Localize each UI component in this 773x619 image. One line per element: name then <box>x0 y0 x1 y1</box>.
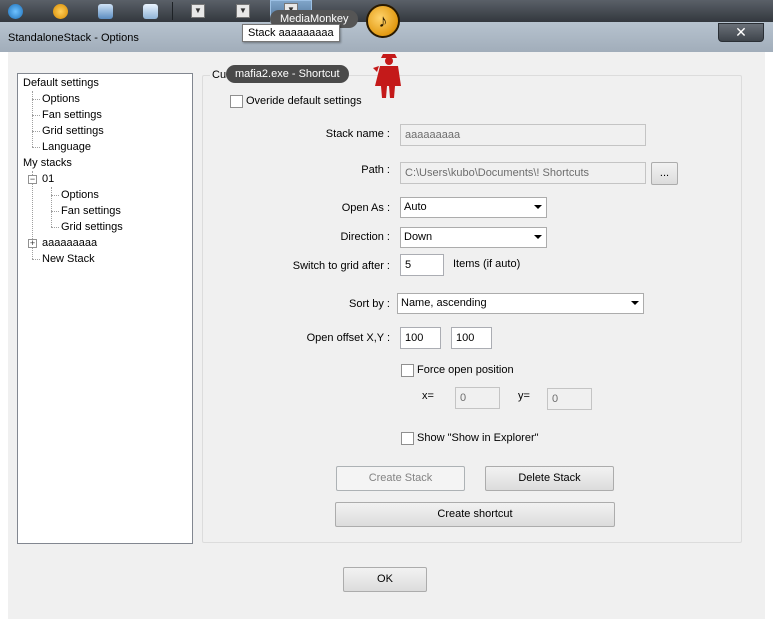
stack-icon: ▼ <box>191 4 205 18</box>
force-x-field[interactable]: 0 <box>455 387 500 409</box>
chevron-down-icon <box>534 235 542 239</box>
stack-name-field[interactable]: aaaaaaaaa <box>400 124 646 146</box>
taskbar-notepad-button[interactable] <box>135 1 165 21</box>
sort-by-value: Name, ascending <box>401 297 487 309</box>
tree-line <box>32 259 40 260</box>
tree-item-stack-a[interactable]: aaaaaaaaa <box>42 237 97 249</box>
tree-line <box>32 99 40 100</box>
mediamonkey-icon <box>52 3 68 19</box>
y-label: y= <box>518 390 530 402</box>
taskbar-stack-button[interactable]: ▼ <box>183 1 213 21</box>
override-default-label: Overide default settings <box>246 95 362 107</box>
mafia-figure-icon <box>373 54 401 98</box>
taskbar-app-button[interactable] <box>0 1 30 21</box>
switch-grid-label: Switch to grid after : <box>292 260 390 272</box>
tree-line <box>51 211 59 212</box>
show-in-explorer-checkbox[interactable] <box>401 432 414 445</box>
tree-line <box>32 147 40 148</box>
create-stack-button[interactable]: Create Stack <box>336 466 465 491</box>
offset-x-field[interactable]: 100 <box>400 327 441 349</box>
tree-line <box>32 115 40 116</box>
force-y-field[interactable]: 0 <box>547 388 592 410</box>
items-if-auto-label: Items (if auto) <box>453 258 521 270</box>
direction-value: Down <box>404 231 433 243</box>
tree-line <box>51 227 59 228</box>
tree-line <box>51 195 59 196</box>
taskbar-separator <box>172 2 173 20</box>
tree-item-stack-01-fan-settings[interactable]: Fan settings <box>61 205 121 217</box>
close-icon: ✕ <box>735 24 747 40</box>
chevron-down-icon <box>534 205 542 209</box>
ok-button[interactable]: OK <box>343 567 427 592</box>
chevron-down-icon <box>631 301 639 305</box>
tree-item-fan-settings[interactable]: Fan settings <box>42 109 102 121</box>
tree-item-options[interactable]: Options <box>42 93 80 105</box>
offset-y-field[interactable]: 100 <box>451 327 492 349</box>
sort-by-label: Sort by : <box>349 298 390 310</box>
expand-icon[interactable]: + <box>28 239 37 248</box>
tree-item-default-settings[interactable]: Default settings <box>23 77 99 89</box>
direction-label: Direction : <box>340 231 390 243</box>
window-title: StandaloneStack - Options <box>8 32 139 44</box>
notepad-icon <box>142 3 158 19</box>
taskbar-stack-button[interactable]: ▼ <box>228 1 258 21</box>
tree-line <box>32 131 40 132</box>
open-as-value: Auto <box>404 201 427 213</box>
tree-item-stack-01[interactable]: 01 <box>42 173 54 185</box>
dialog-client: Default settings Options Fan settings Gr… <box>8 52 765 619</box>
window-icon <box>97 3 113 19</box>
close-button[interactable]: ✕ <box>718 23 764 42</box>
path-field[interactable]: C:\Users\kubo\Documents\! Shortcuts <box>400 162 646 184</box>
show-in-explorer-label: Show "Show in Explorer" <box>417 432 539 444</box>
stack-icon: ▼ <box>236 4 250 18</box>
collapse-icon[interactable]: − <box>28 175 37 184</box>
override-default-checkbox[interactable] <box>230 95 243 108</box>
stack-tooltip: Stack aaaaaaaaa <box>242 24 340 42</box>
app-icon <box>7 3 23 19</box>
tree-item-my-stacks[interactable]: My stacks <box>23 157 72 169</box>
open-as-select[interactable]: Auto <box>400 197 547 218</box>
create-shortcut-button[interactable]: Create shortcut <box>335 502 615 527</box>
options-window: StandaloneStack - Options ✕ Default sett… <box>0 22 773 619</box>
shortcut-tooltip: mafia2.exe - Shortcut <box>226 65 349 83</box>
tree-line <box>51 187 52 227</box>
open-as-label: Open As : <box>341 202 390 214</box>
open-offset-label: Open offset X,Y : <box>306 332 390 344</box>
force-open-position-label: Force open position <box>417 364 514 376</box>
tree-item-grid-settings[interactable]: Grid settings <box>42 125 104 137</box>
force-open-position-checkbox[interactable] <box>401 364 414 377</box>
tree-item-stack-01-options[interactable]: Options <box>61 189 99 201</box>
stack-name-label: Stack name : <box>325 128 390 140</box>
tree-item-new-stack[interactable]: New Stack <box>42 253 95 265</box>
tree-item-language[interactable]: Language <box>42 141 91 153</box>
settings-tree[interactable]: Default settings Options Fan settings Gr… <box>17 73 193 544</box>
browse-button[interactable]: ... <box>651 162 678 185</box>
x-label: x= <box>422 390 434 402</box>
mediamonkey-logo-icon: ♪ <box>366 4 400 38</box>
path-label: Path : <box>361 164 390 176</box>
taskbar-window-button[interactable] <box>90 1 120 21</box>
switch-grid-field[interactable]: 5 <box>400 254 444 276</box>
delete-stack-button[interactable]: Delete Stack <box>485 466 614 491</box>
direction-select[interactable]: Down <box>400 227 547 248</box>
tree-item-stack-01-grid-settings[interactable]: Grid settings <box>61 221 123 233</box>
taskbar-mediamonkey-button[interactable] <box>45 1 75 21</box>
sort-by-select[interactable]: Name, ascending <box>397 293 644 314</box>
